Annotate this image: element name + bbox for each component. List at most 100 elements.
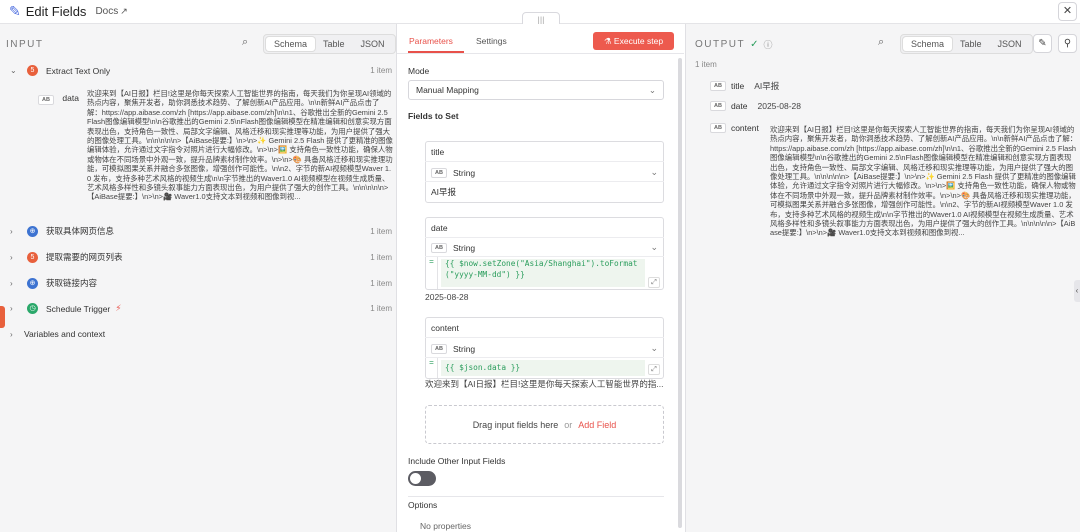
expression-line: {{ $now.setZone("Asia/Shanghai").toForma… — [445, 259, 638, 268]
field-name-input[interactable]: content — [431, 323, 459, 333]
input-node-row[interactable]: › ⊕ 获取具体网页信息 1 item — [10, 225, 392, 237]
field-name: title — [730, 81, 745, 91]
active-tab-underline — [408, 51, 464, 53]
input-node-row[interactable]: › ◷ Schedule Trigger ⚡ 1 item — [10, 303, 392, 314]
clock-icon: ◷ — [27, 303, 38, 314]
tab-table[interactable]: Table — [315, 37, 353, 51]
close-button[interactable]: ✕ — [1058, 2, 1077, 21]
tab-schema[interactable]: Schema — [903, 37, 953, 51]
tab-json[interactable]: JSON — [353, 37, 393, 51]
close-icon: ✕ — [1062, 5, 1073, 17]
lightning-icon: ⚡ — [115, 303, 122, 313]
edit-output-button[interactable]: ✎ — [1033, 34, 1052, 53]
options-label: Options — [408, 500, 438, 510]
tab-schema[interactable]: Schema — [266, 37, 316, 51]
node-name: 获取具体网页信息 — [46, 226, 115, 236]
pencil-icon: ✎ — [9, 3, 21, 19]
page-title: Edit Fields — [25, 4, 87, 19]
string-type-icon: AB — [431, 343, 447, 354]
expression-line: ("yyyy-MM-dd") }} — [445, 269, 525, 279]
field-value: AI早报 — [754, 81, 780, 91]
item-count: 1 item — [370, 252, 392, 262]
header: ✎ Edit Fields Docs ↗ — [9, 3, 128, 20]
no-properties-text: No properties — [420, 521, 472, 531]
field-type-select[interactable]: AB String ⌄ — [431, 343, 658, 354]
string-type-icon: AB — [710, 123, 726, 133]
html-icon: 5 — [27, 65, 38, 76]
pin-data-button[interactable]: ⚲ — [1058, 34, 1077, 53]
field-value-input[interactable]: AI早报 — [431, 186, 456, 198]
field-name: date — [730, 101, 748, 111]
html-icon: 5 — [27, 251, 38, 263]
variables-label: Variables and context — [24, 329, 106, 339]
expression-editor[interactable]: {{ $now.setZone("Asia/Shanghai").toForma… — [441, 259, 645, 287]
search-icon[interactable]: ⌕ — [242, 36, 248, 49]
add-field-link[interactable]: Add Field — [578, 420, 616, 430]
chevron-right-icon: › — [10, 252, 13, 262]
pin-icon: ⚲ — [1063, 38, 1072, 49]
field-name-input[interactable]: date — [431, 223, 448, 233]
item-count: 1 item — [370, 304, 392, 313]
item-count: 1 item — [370, 66, 392, 75]
output-item-count: 1 item — [695, 60, 717, 69]
drop-zone[interactable]: Drag input fields here or Add Field — [425, 405, 664, 444]
search-icon[interactable]: ⌕ — [878, 36, 884, 49]
data-value-text: 欢迎来到【AI日报】栏目!这里是你每天探索人工智能世界的指南，每天我们为你呈现A… — [87, 89, 393, 202]
include-other-fields-label: Include Other Input Fields — [408, 456, 506, 466]
item-count: 1 item — [370, 278, 392, 288]
chevron-right-icon: › — [10, 329, 13, 339]
flask-icon: ⚗ — [603, 36, 614, 46]
field-type-select[interactable]: AB String ⌄ — [431, 242, 658, 253]
pencil-icon: ✎ — [1038, 38, 1047, 49]
fields-to-set-label: Fields to Set — [408, 111, 459, 121]
input-node-row[interactable]: ⌄ 5 Extract Text Only 1 item — [10, 65, 392, 76]
left-edge-node-tab[interactable] — [0, 306, 5, 328]
field-type: String — [452, 167, 476, 178]
output-field-content: AB content — [710, 123, 759, 133]
chevron-down-icon: ⌄ — [650, 343, 658, 353]
execute-step-button[interactable]: ⚗ Execute step — [593, 32, 674, 50]
expression-editor[interactable]: {{ $json.data }} — [441, 360, 645, 376]
expression-result: 2025-08-28 — [425, 292, 469, 302]
tab-json[interactable]: JSON — [990, 37, 1030, 51]
chevron-down-icon: ⌄ — [650, 242, 658, 252]
chevron-right-icon: › — [10, 304, 13, 313]
tab-settings[interactable]: Settings — [476, 36, 507, 46]
docs-link[interactable]: Docs ↗ — [95, 6, 127, 17]
docs-label: Docs — [95, 6, 119, 17]
node-name: Extract Text Only — [46, 65, 111, 76]
collapse-arrow-icon[interactable]: ‹ — [1074, 280, 1080, 302]
open-expression-editor-icon[interactable]: ⤢ — [648, 277, 660, 288]
content-value-text: 欢迎来到【AI日报】栏目!这里是你每天探索人工智能世界的指南，每天我们为你呈现A… — [770, 125, 1078, 238]
field-name-input[interactable]: title — [431, 147, 444, 157]
scrollbar[interactable] — [678, 58, 682, 528]
field-data: AB data — [38, 88, 79, 106]
chevron-down-icon: ⌄ — [650, 167, 658, 177]
success-check-icon: ✓ — [750, 39, 759, 50]
output-field-date: AB date 2025-08-28 — [710, 101, 801, 111]
info-icon[interactable]: ⓘ — [764, 38, 773, 51]
input-node-row[interactable]: › ⊕ 获取链接内容 1 item — [10, 277, 392, 289]
field-type-select[interactable]: AB String ⌄ — [431, 167, 658, 178]
string-type-icon: AB — [431, 167, 447, 178]
output-header: OUTPUT ✓ ⓘ — [695, 38, 773, 51]
field-type: String — [452, 242, 476, 253]
open-expression-editor-icon[interactable]: ⤢ — [648, 364, 660, 375]
expression-marker-icon: = — [426, 358, 438, 378]
variables-context-row[interactable]: › Variables and context — [10, 329, 392, 339]
tab-table[interactable]: Table — [952, 37, 990, 51]
mode-label: Mode — [408, 66, 430, 76]
input-node-row[interactable]: › 5 提取需要的网页列表 1 item — [10, 251, 392, 263]
external-link-icon: ↗ — [120, 6, 128, 16]
item-count: 1 item — [370, 226, 392, 236]
node-name: Schedule Trigger — [46, 303, 111, 314]
execute-label: Execute step — [613, 36, 664, 46]
mode-value: Manual Mapping — [416, 85, 479, 95]
tab-parameters[interactable]: Parameters — [409, 36, 453, 46]
include-other-fields-toggle[interactable] — [408, 471, 436, 486]
input-view-tabs: Schema Table JSON — [263, 34, 396, 54]
field-type: String — [452, 343, 476, 354]
mode-select[interactable]: Manual Mapping ⌄ — [408, 80, 664, 100]
field-value: 2025-08-28 — [757, 101, 801, 111]
drop-or: or — [564, 419, 573, 430]
